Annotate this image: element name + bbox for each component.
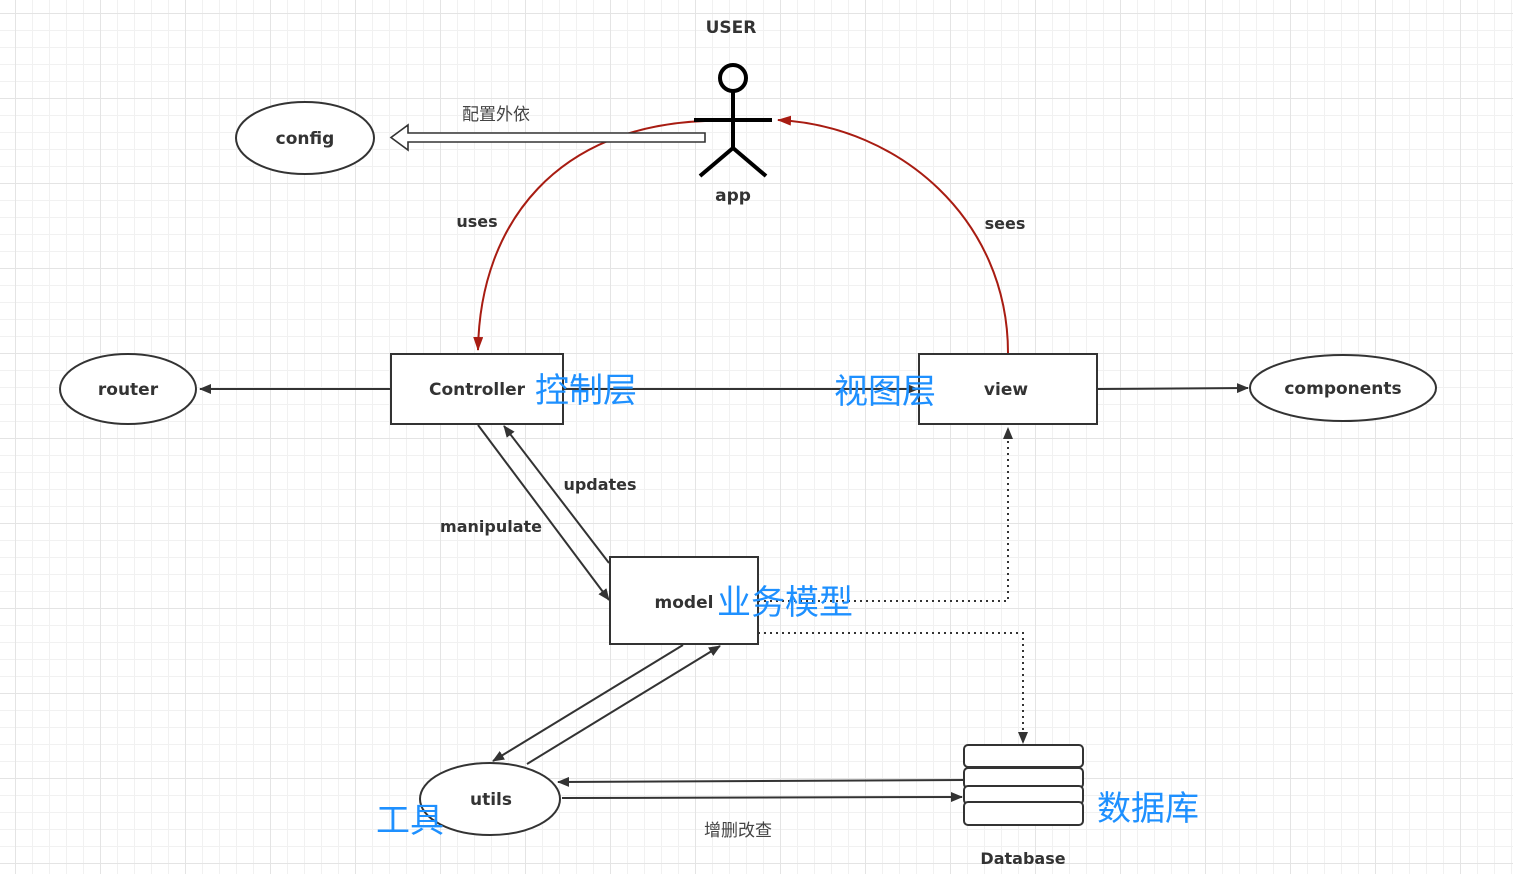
actor-title: USER bbox=[706, 18, 757, 38]
annotation-database: 数据库 bbox=[1097, 789, 1199, 829]
edge-utils-model bbox=[526, 645, 721, 765]
node-router-label: router bbox=[98, 380, 159, 400]
node-utils-label: utils bbox=[470, 790, 512, 810]
edge-utils-database bbox=[561, 792, 963, 803]
user-actor-icon[interactable] bbox=[694, 63, 772, 178]
node-controller-label: Controller bbox=[429, 380, 526, 400]
annotation-utils: 工具 bbox=[376, 801, 444, 841]
node-database[interactable] bbox=[963, 744, 1084, 826]
edge-config-dependency bbox=[389, 123, 706, 152]
edge-model-database-dotted bbox=[758, 632, 1028, 744]
actor-label: app bbox=[715, 186, 751, 206]
edge-view-components bbox=[1096, 383, 1249, 394]
edge-database-utils bbox=[557, 776, 965, 787]
edge-updates bbox=[503, 425, 610, 564]
annotation-view: 视图层 bbox=[834, 372, 936, 412]
node-components-label: components bbox=[1284, 379, 1401, 399]
edge-manipulate bbox=[477, 424, 610, 601]
edge-label-sees: sees bbox=[985, 214, 1026, 233]
node-config-label: config bbox=[276, 129, 335, 149]
mvc-diagram: USER app config 配置外依 uses sees router Co… bbox=[59, 18, 1437, 868]
edge-label-uses: uses bbox=[456, 212, 497, 231]
edge-sees bbox=[777, 115, 1009, 354]
node-model-label: model bbox=[655, 593, 714, 613]
node-view[interactable]: view bbox=[918, 353, 1098, 425]
edge-model-utils bbox=[492, 644, 684, 762]
edge-model-view-dotted bbox=[758, 427, 1013, 602]
node-database-label: Database bbox=[980, 849, 1065, 868]
annotation-controller: 控制层 bbox=[535, 371, 637, 411]
node-view-label: view bbox=[984, 380, 1028, 400]
edge-label-config-dep: 配置外依 bbox=[462, 105, 530, 125]
edge-label-manipulate: manipulate bbox=[440, 517, 542, 536]
node-router[interactable]: router bbox=[59, 353, 197, 425]
annotation-model: 业务模型 bbox=[717, 583, 853, 623]
edge-label-crud: 增删改查 bbox=[704, 821, 772, 841]
edge-uses bbox=[473, 120, 706, 351]
node-components[interactable]: components bbox=[1249, 354, 1437, 422]
node-config[interactable]: config bbox=[235, 101, 375, 175]
edge-label-updates: updates bbox=[563, 475, 636, 494]
